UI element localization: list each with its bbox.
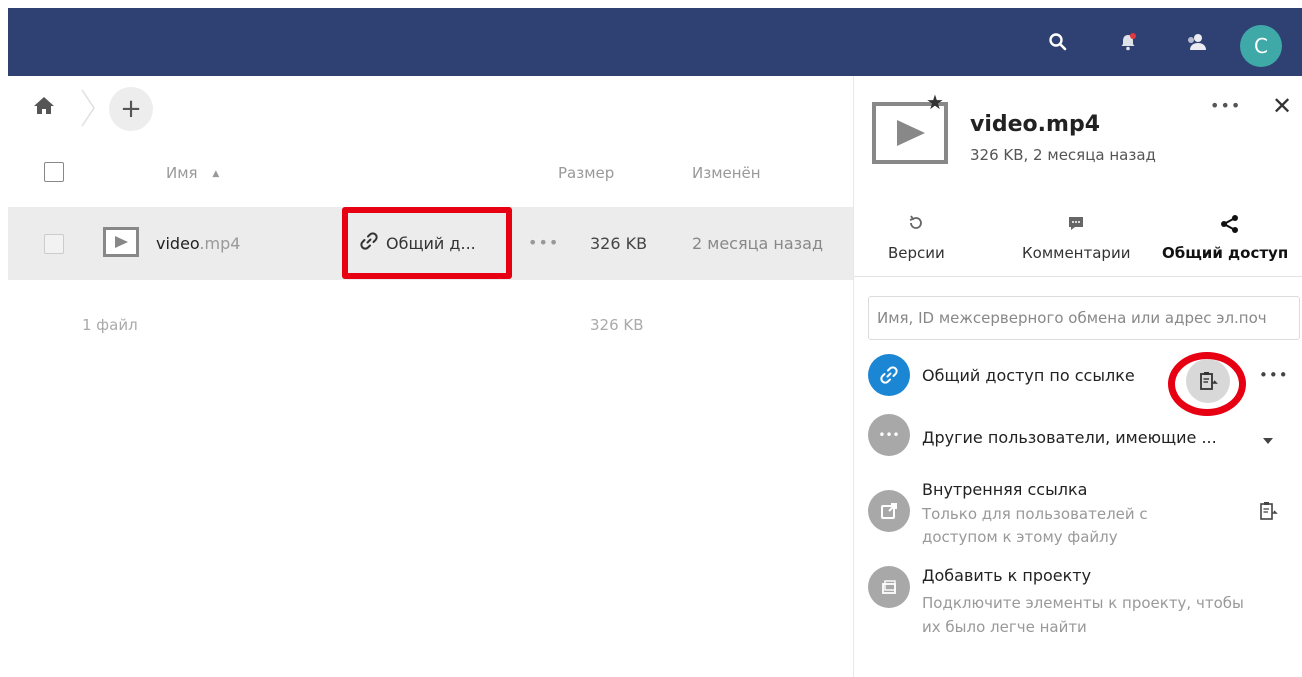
highlight-ring xyxy=(1168,352,1246,416)
sidebar-file-title: video.mp4 xyxy=(970,112,1101,137)
link-icon xyxy=(360,232,378,254)
file-modified: 2 месяца назад xyxy=(692,234,824,253)
details-sidebar: ★ video.mp4 326 KB, 2 месяца назад ••• ✕… xyxy=(853,76,1302,677)
file-size: 326 KB xyxy=(590,234,648,253)
link-share-more-icon[interactable]: ••• xyxy=(1259,366,1289,384)
column-header-size[interactable]: Размер xyxy=(558,164,614,182)
share-with-input[interactable] xyxy=(868,296,1300,340)
public-link-icon xyxy=(868,354,910,396)
row-checkbox[interactable] xyxy=(44,234,64,254)
new-file-button[interactable]: + xyxy=(109,87,153,131)
file-name[interactable]: video.mp4 xyxy=(156,234,240,253)
share-button[interactable]: Общий д... xyxy=(342,207,512,279)
search-icon[interactable] xyxy=(1042,26,1074,58)
sidebar-file-subtitle: 326 KB, 2 месяца назад xyxy=(970,146,1156,164)
add-to-project-label[interactable]: Добавить к проекту xyxy=(922,566,1091,585)
comment-icon xyxy=(1022,214,1130,240)
top-header: C xyxy=(8,8,1302,76)
share-icon xyxy=(1162,214,1298,240)
breadcrumb: + xyxy=(8,76,853,140)
summary-file-count: 1 файл xyxy=(82,316,138,334)
table-row[interactable]: video.mp4 Общий д... ••• 326 KB 2 месяца… xyxy=(8,207,853,280)
favorite-star-icon[interactable]: ★ xyxy=(926,90,944,114)
file-list-pane: + Имя ▲ Размер Изменён video.mp4 Общий д… xyxy=(8,76,853,677)
chevron-down-icon[interactable] xyxy=(1262,430,1274,449)
notifications-icon[interactable] xyxy=(1112,26,1144,58)
row-actions-more-icon[interactable]: ••• xyxy=(528,233,559,252)
history-icon xyxy=(888,214,945,240)
tab-sharing[interactable]: Общий доступ xyxy=(1162,214,1302,262)
link-share-label: Общий доступ по ссылке xyxy=(922,366,1135,385)
tabs-divider xyxy=(854,276,1302,277)
sidebar-more-icon[interactable]: ••• xyxy=(1210,96,1241,115)
select-all-checkbox[interactable] xyxy=(44,162,64,182)
column-header-modified[interactable]: Изменён xyxy=(692,164,761,182)
contacts-icon[interactable] xyxy=(1180,26,1212,58)
others-more-circle: ••• xyxy=(868,414,910,456)
others-with-access-label[interactable]: Другие пользователи, имеющие ... xyxy=(922,428,1217,447)
internal-link-desc-1: Только для пользователей с xyxy=(922,505,1148,523)
add-to-project-desc-1: Подключите элементы к проекту, чтобы xyxy=(922,594,1244,612)
internal-link-desc-2: доступом к этому файлу xyxy=(922,528,1118,546)
internal-link-label: Внутренняя ссылка xyxy=(922,480,1088,499)
breadcrumb-separator-icon xyxy=(76,86,100,130)
home-icon[interactable] xyxy=(32,94,60,122)
projects-icon xyxy=(868,566,910,608)
video-file-icon xyxy=(103,227,139,257)
summary-total-size: 326 KB xyxy=(590,316,644,334)
add-to-project-desc-2: их было легче найти xyxy=(922,618,1087,636)
external-link-icon xyxy=(868,490,910,532)
column-header-name[interactable]: Имя ▲ xyxy=(166,164,219,182)
tab-comments[interactable]: Комментарии xyxy=(1022,214,1130,262)
user-avatar[interactable]: C xyxy=(1240,25,1282,67)
sort-ascending-icon: ▲ xyxy=(212,169,220,179)
copy-internal-link-icon[interactable] xyxy=(1258,500,1278,526)
tab-versions[interactable]: Версии xyxy=(888,214,945,262)
close-icon[interactable]: ✕ xyxy=(1272,92,1292,120)
